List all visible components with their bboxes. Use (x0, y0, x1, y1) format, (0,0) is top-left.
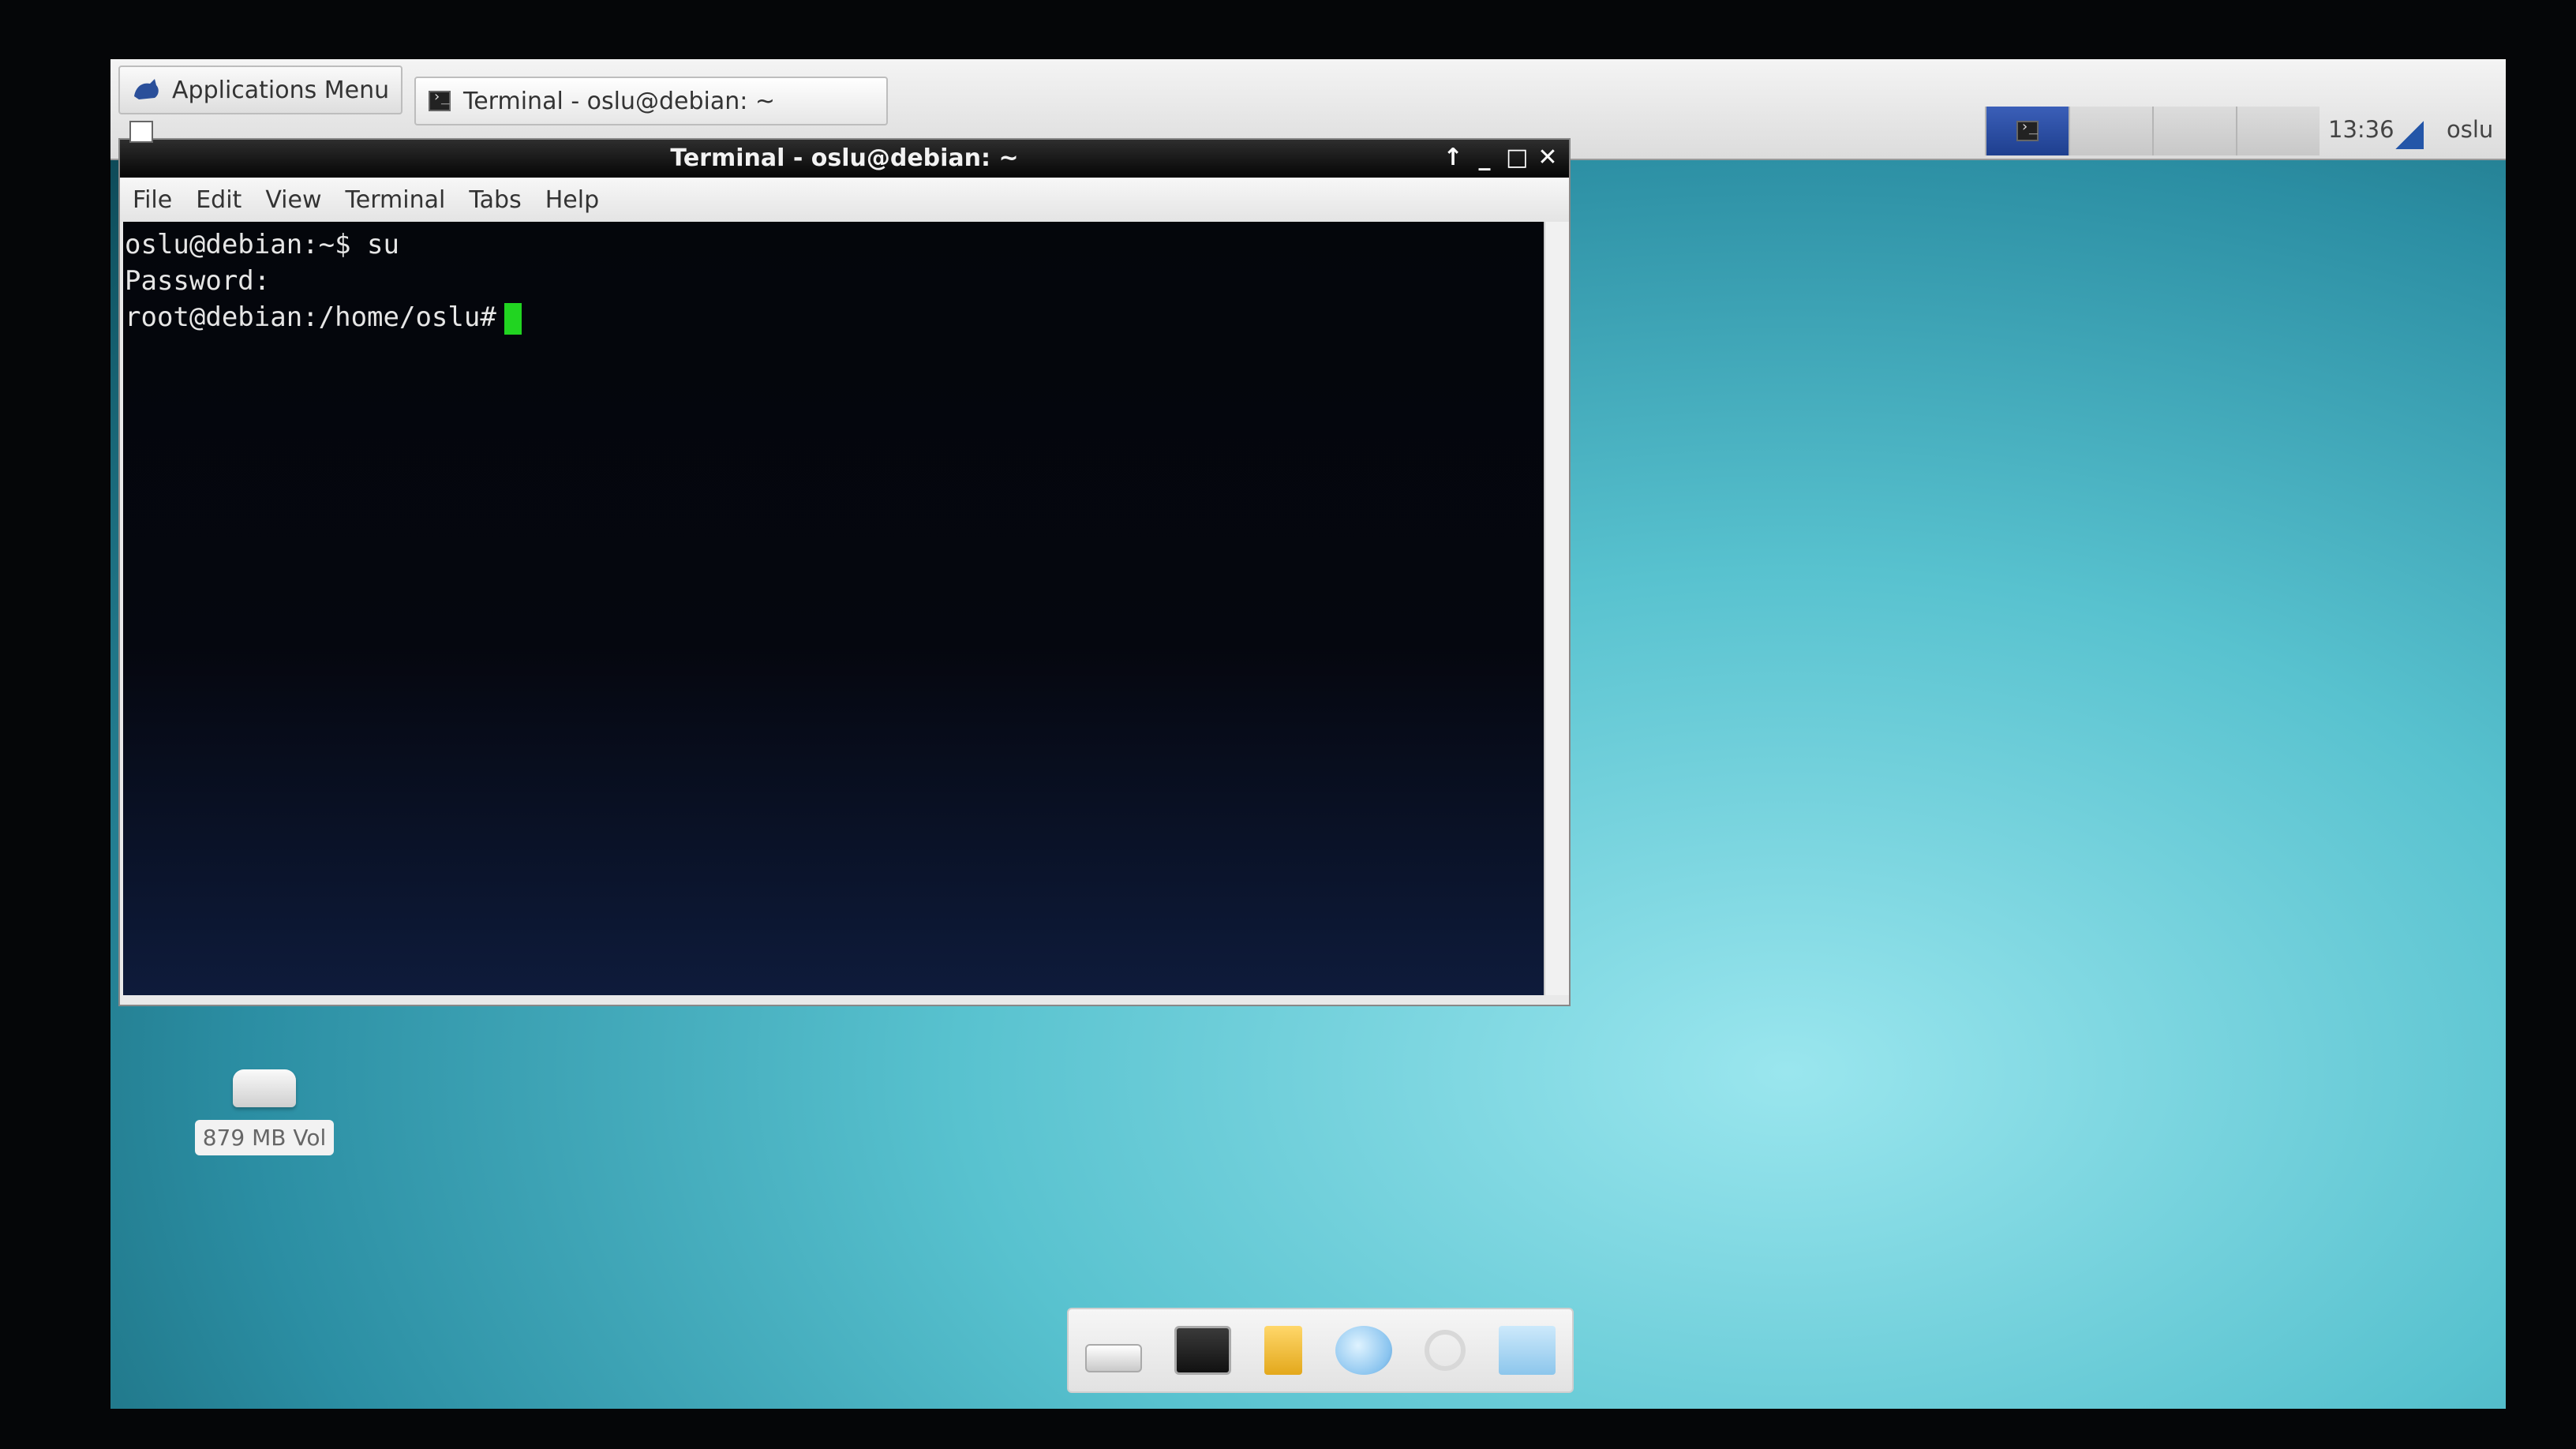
terminal-line: oslu@debian:~$ su (125, 229, 399, 260)
terminal-window: Terminal - oslu@debian: ~ ↑ _ □ ✕ File E… (118, 121, 1571, 1006)
folder-icon[interactable] (1499, 1326, 1556, 1375)
xfce-mouse-icon (134, 79, 159, 99)
workspace-3[interactable] (2152, 107, 2236, 155)
menu-help[interactable]: Help (545, 186, 599, 214)
terminal-icon (429, 88, 451, 111)
terminal-line: Password: (125, 265, 271, 297)
terminal-launcher-icon[interactable] (1174, 1326, 1232, 1375)
maximize-icon[interactable]: □ (1506, 143, 1528, 173)
menu-file[interactable]: File (133, 186, 172, 214)
workspace-2[interactable] (2069, 107, 2152, 155)
workspace-4[interactable] (2236, 107, 2320, 155)
dock (1067, 1308, 1574, 1393)
desktop-volume-icon[interactable]: 879 MB Vol (178, 1069, 351, 1155)
menu-terminal[interactable]: Terminal (346, 186, 446, 214)
arrow-up-icon[interactable]: ↑ (1443, 143, 1463, 173)
terminal-icon (2016, 118, 2039, 141)
minimize-icon[interactable]: _ (1474, 143, 1495, 173)
desktop-screen: Applications Menu Terminal - oslu@debian… (110, 59, 2506, 1409)
drive-icon (233, 1069, 296, 1107)
taskbar-item-terminal[interactable]: Terminal - oslu@debian: ~ (414, 77, 888, 125)
terminal-output[interactable]: oslu@debian:~$ su Password: root@debian:… (123, 222, 1544, 995)
taskbar-item-label: Terminal - oslu@debian: ~ (463, 87, 776, 115)
workspace-switcher (1985, 107, 2320, 155)
desktop-icon-label: 879 MB Vol (194, 1120, 335, 1155)
scrollbar[interactable] (1544, 222, 1569, 995)
file-manager-icon[interactable] (1264, 1326, 1303, 1375)
window-controls: ↑ _ □ ✕ (1443, 143, 1558, 173)
web-browser-icon[interactable] (1335, 1326, 1392, 1375)
applications-menu-button[interactable]: Applications Menu (118, 66, 402, 114)
menu-tabs[interactable]: Tabs (469, 186, 521, 214)
menu-view[interactable]: View (265, 186, 321, 214)
text-cursor (504, 302, 522, 335)
menu-bar: File Edit View Terminal Tabs Help (120, 178, 1569, 222)
network-signal-icon[interactable] (2395, 121, 2424, 149)
window-titlebar[interactable]: Terminal - oslu@debian: ~ ↑ _ □ ✕ (120, 121, 1569, 178)
clock[interactable]: 13:36 (2328, 116, 2394, 143)
menu-edit[interactable]: Edit (196, 186, 242, 214)
terminal-prompt: root@debian:/home/oslu# (125, 301, 496, 333)
show-desktop-icon[interactable] (1084, 1344, 1142, 1372)
applications-menu-label: Applications Menu (172, 76, 390, 104)
workspace-1[interactable] (1985, 107, 2069, 155)
terminal-prompt-line: root@debian:/home/oslu# (125, 299, 1544, 335)
search-icon[interactable] (1425, 1330, 1466, 1371)
user-menu[interactable]: oslu (2447, 116, 2493, 143)
window-title: Terminal - oslu@debian: ~ (670, 144, 1019, 172)
window-menu-icon[interactable] (129, 121, 153, 143)
close-icon[interactable]: ✕ (1537, 143, 1558, 173)
